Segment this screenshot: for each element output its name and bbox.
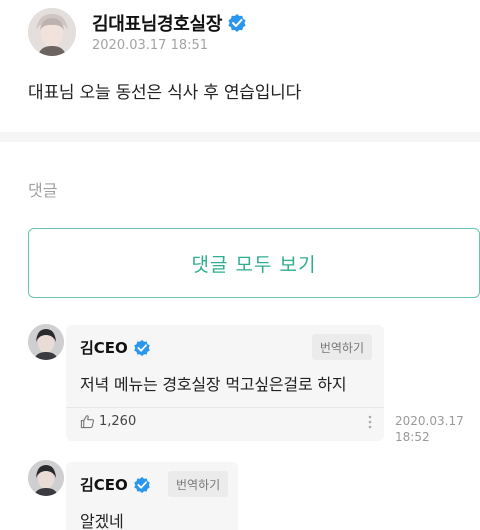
comment-item: 김CEO 번역하기 저녁 메뉴는 경호실장 먹고싶은걸로 하지 1,260 [66, 325, 384, 441]
comment-text: 저녁 메뉴는 경호실장 먹고싶은걸로 하지 [80, 375, 347, 394]
comment-text: 알겠네 [80, 512, 124, 530]
translate-button[interactable]: 번역하기 [168, 471, 229, 497]
comment-date: 2020.03.17 18:52 [395, 413, 465, 445]
verified-badge-icon [228, 14, 246, 32]
comment-item: 김CEO 번역하기 알겠네 [66, 462, 238, 530]
comment-author-name[interactable]: 김CEO [80, 474, 128, 495]
like-button[interactable]: 1,260 [80, 414, 136, 429]
view-all-comments-button[interactable]: 댓글 모두 보기 [28, 228, 480, 298]
verified-badge-icon [134, 339, 150, 356]
like-count: 1,260 [99, 414, 137, 429]
post-author-avatar[interactable] [28, 8, 76, 56]
comment-divider [66, 407, 384, 408]
post-date: 2020.03.17 18:51 [92, 38, 209, 53]
comment-author-name[interactable]: 김CEO [80, 337, 128, 358]
post-author[interactable]: 김대표님경호실장 [92, 10, 247, 36]
view-all-comments-label: 댓글 모두 보기 [191, 253, 317, 276]
post-body: 대표님 오늘 동선은 식사 후 연습입니다 [28, 83, 302, 103]
comment-author[interactable]: 김CEO [80, 337, 151, 358]
comments-title: 댓글 [28, 181, 58, 200]
post-author-name[interactable]: 김대표님경호실장 [92, 10, 222, 36]
comment-author[interactable]: 김CEO [80, 474, 151, 495]
more-options-icon[interactable] [368, 415, 372, 429]
thumbs-up-icon [80, 415, 95, 429]
comment-author-avatar[interactable] [28, 324, 64, 360]
comment-date-time: 18:52 [395, 430, 430, 444]
verified-badge-icon [134, 476, 150, 493]
translate-button[interactable]: 번역하기 [311, 334, 372, 360]
comment-date-day: 2020.03.17 [395, 414, 464, 428]
section-divider [0, 132, 480, 142]
comment-author-avatar[interactable] [28, 460, 64, 496]
